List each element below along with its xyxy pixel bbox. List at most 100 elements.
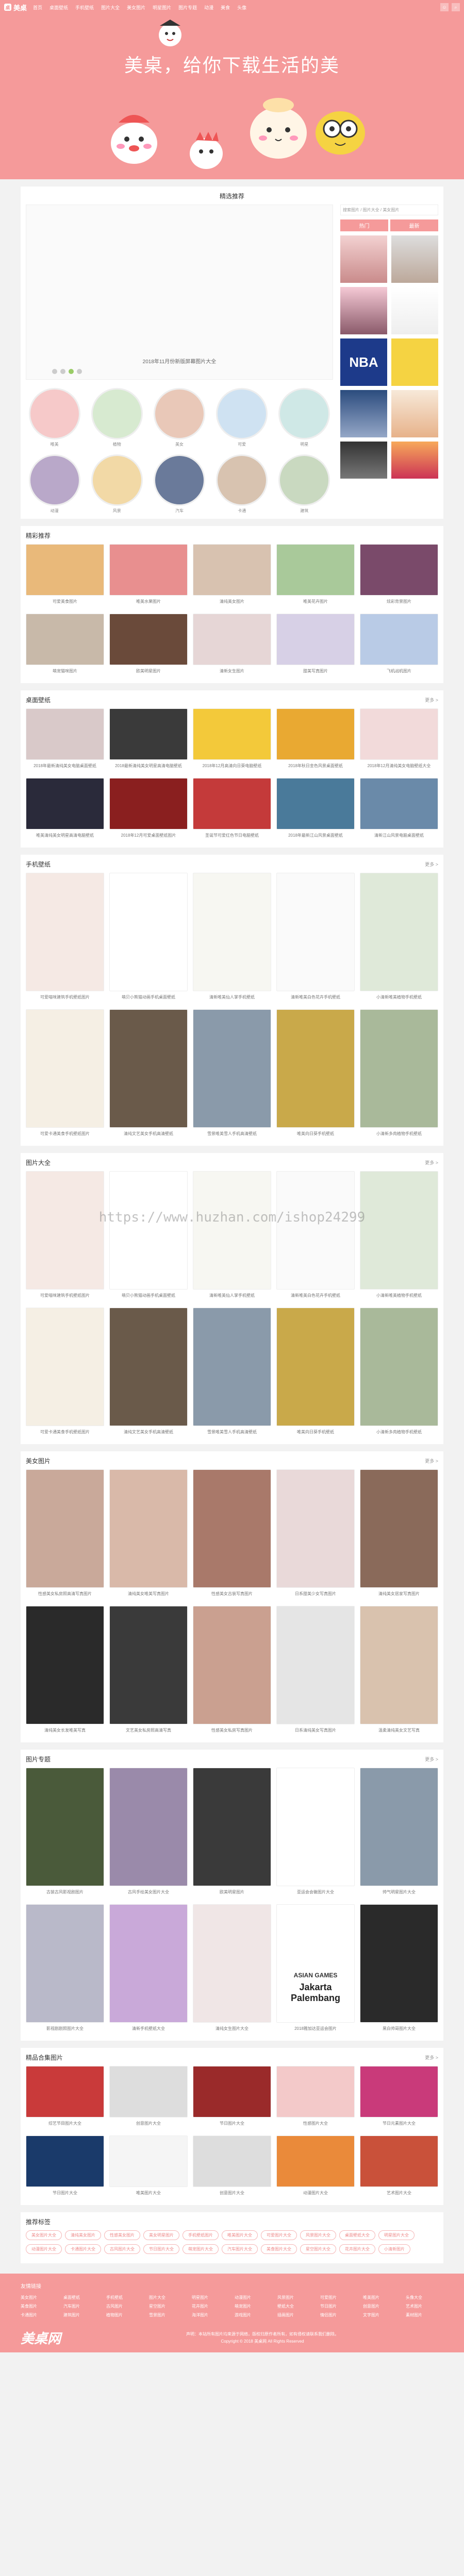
footer-link[interactable]: 文字图片 xyxy=(363,2312,401,2318)
footer-link[interactable]: 植物图片 xyxy=(106,2312,144,2318)
footer-link[interactable]: 插画图片 xyxy=(277,2312,315,2318)
image-item[interactable]: 综艺节目图片大全 xyxy=(26,2066,104,2130)
category-circle[interactable]: 建筑 xyxy=(276,454,333,514)
image-item[interactable]: 艺术图片大全 xyxy=(360,2136,438,2200)
side-thumb[interactable] xyxy=(340,442,387,479)
footer-link[interactable]: 海洋图片 xyxy=(192,2312,229,2318)
image-item[interactable]: 清纯文艺美女手机高清壁纸 xyxy=(109,1308,188,1439)
image-item[interactable]: 唯美向日葵手机壁纸 xyxy=(276,1009,355,1141)
image-item[interactable]: 古风手绘美女图片大全 xyxy=(109,1768,188,1899)
category-circle[interactable]: 动漫 xyxy=(26,454,83,514)
image-item[interactable]: 飞机战机图片 xyxy=(360,614,438,678)
footer-link[interactable]: 可爱图片 xyxy=(320,2295,358,2300)
image-item[interactable]: 清新江山风景电脑桌面壁纸 xyxy=(360,778,438,842)
slide-dot[interactable] xyxy=(60,369,65,374)
tag-item[interactable]: 动漫图片大全 xyxy=(26,2244,62,2254)
image-item[interactable]: 雪景唯美雪人手机高清壁纸 xyxy=(193,1009,271,1141)
tag-item[interactable]: 萌宠图片大全 xyxy=(183,2244,219,2254)
image-item[interactable]: 性感美女私房写真图片 xyxy=(193,1606,271,1737)
image-item[interactable]: 清新唯美仙人掌手机壁纸 xyxy=(193,873,271,1004)
image-item[interactable]: 可爱喵咪建筑手机壁纸图片 xyxy=(26,873,104,1004)
slide-dot-active[interactable] xyxy=(69,369,74,374)
footer-link[interactable]: 图片大全 xyxy=(149,2295,187,2300)
image-item[interactable]: 唯美图片大全 xyxy=(109,2136,188,2200)
tag-item[interactable]: 花卉图片大全 xyxy=(339,2244,375,2254)
image-item[interactable]: 影视剧剧照图片大全 xyxy=(26,1904,104,2036)
image-item[interactable]: 清新唯美仙人掌手机壁纸 xyxy=(193,1171,271,1302)
tag-item[interactable]: 卡通图片大全 xyxy=(65,2244,101,2254)
image-item[interactable]: 亚运会会徽图片大全 xyxy=(276,1768,355,1899)
side-thumb[interactable] xyxy=(340,390,387,437)
more-link[interactable]: 更多 > xyxy=(425,1756,438,1762)
image-item[interactable]: 唯美花卉图片 xyxy=(276,544,355,608)
image-item[interactable]: 节日图片大全 xyxy=(26,2136,104,2200)
image-item[interactable]: 节日图片大全 xyxy=(193,2066,271,2130)
image-item[interactable]: 欧美明星图片 xyxy=(109,614,188,678)
side-thumb[interactable] xyxy=(391,338,438,386)
footer-link[interactable]: 汽车图片 xyxy=(63,2303,101,2309)
nav-item[interactable]: 头像 xyxy=(237,4,246,11)
image-item[interactable]: 创意图片大全 xyxy=(193,2136,271,2200)
image-item[interactable]: 唯美向日葵手机壁纸 xyxy=(276,1308,355,1439)
image-item[interactable]: 清纯美女唯美写真图片 xyxy=(109,1469,188,1601)
image-item[interactable]: 小清新多肉植物手机壁纸 xyxy=(360,1308,438,1439)
image-item[interactable]: 小清新唯美植物手机壁纸 xyxy=(360,1171,438,1302)
category-circle[interactable]: 卡通 xyxy=(213,454,271,514)
image-item[interactable]: 圣诞节可爱红色节日电脑壁纸 xyxy=(193,778,271,842)
nav-item[interactable]: 动漫 xyxy=(204,4,213,11)
image-item[interactable]: 甜美写真图片 xyxy=(276,614,355,678)
tag-item[interactable]: 美女图片大全 xyxy=(26,2230,62,2240)
slide-dot[interactable] xyxy=(77,369,82,374)
image-item[interactable]: 日系甜美少女写真图片 xyxy=(276,1469,355,1601)
nav-item[interactable]: 图片大全 xyxy=(101,4,120,11)
image-item[interactable]: 清新手机壁纸大全 xyxy=(109,1904,188,2036)
image-item[interactable]: 帅气明星图片大全 xyxy=(360,1768,438,1899)
footer-link[interactable]: 萌宠图片 xyxy=(235,2303,272,2309)
tab-new[interactable]: 最新 xyxy=(390,219,438,231)
more-link[interactable]: 更多 > xyxy=(425,1159,438,1166)
footer-link[interactable]: 风景图片 xyxy=(277,2295,315,2300)
image-item[interactable]: 唯美水果图片 xyxy=(109,544,188,608)
tag-item[interactable]: 手机壁纸图片 xyxy=(183,2230,219,2240)
image-item[interactable]: 清纯女生图片大全 xyxy=(193,1904,271,2036)
image-item[interactable]: 黑白帅哥图片大全 xyxy=(360,1904,438,2036)
image-item[interactable]: 节日元素图片大全 xyxy=(360,2066,438,2130)
tag-item[interactable]: 唯美图片大全 xyxy=(222,2230,258,2240)
tab-hot[interactable]: 热门 xyxy=(340,219,388,231)
category-circle[interactable]: 风景 xyxy=(88,454,145,514)
slide-dot[interactable] xyxy=(52,369,57,374)
image-item[interactable]: 2018年秋日金色风景桌面壁纸 xyxy=(276,708,355,773)
nav-item[interactable]: 手机壁纸 xyxy=(75,4,94,11)
image-item[interactable]: 清纯美女图片 xyxy=(193,544,271,608)
category-circle[interactable]: 唯美 xyxy=(26,388,83,447)
image-item[interactable]: 性感图片大全 xyxy=(276,2066,355,2130)
footer-link[interactable]: 创意图片 xyxy=(363,2303,401,2309)
site-logo[interactable]: 桌 美桌 xyxy=(4,3,27,12)
side-thumb[interactable] xyxy=(391,235,438,283)
image-item[interactable]: 2018年12月高清向日葵电脑壁纸 xyxy=(193,708,271,773)
footer-link[interactable]: 壁纸大全 xyxy=(277,2303,315,2309)
more-link[interactable]: 更多 > xyxy=(425,861,438,868)
category-circle[interactable]: 汽车 xyxy=(151,454,208,514)
footer-logo[interactable]: 美桌网 xyxy=(21,2328,61,2347)
image-item[interactable]: 2018最新清纯美女明星高清电脑壁纸 xyxy=(109,708,188,773)
image-item[interactable]: 炫彩背景图片 xyxy=(360,544,438,608)
footer-link[interactable]: 美女图片 xyxy=(21,2295,58,2300)
image-item[interactable]: 动漫图片大全 xyxy=(276,2136,355,2200)
image-item[interactable]: 清纯文艺美女手机高清壁纸 xyxy=(109,1009,188,1141)
image-item[interactable]: 文艺美女私房照高清写真 xyxy=(109,1606,188,1737)
tag-item[interactable]: 清纯美女图片 xyxy=(65,2230,101,2240)
footer-link[interactable]: 游戏图片 xyxy=(235,2312,272,2318)
footer-link[interactable]: 明星图片 xyxy=(192,2295,229,2300)
nav-item[interactable]: 美女图片 xyxy=(127,4,145,11)
more-link[interactable]: 更多 > xyxy=(425,2054,438,2061)
tag-item[interactable]: 汽车图片大全 xyxy=(222,2244,258,2254)
image-item[interactable]: 清纯美女居家写真图片 xyxy=(360,1469,438,1601)
image-item[interactable]: 萌宠猫咪图片 xyxy=(26,614,104,678)
side-thumb[interactable] xyxy=(391,442,438,479)
footer-link[interactable]: 头像大全 xyxy=(406,2295,443,2300)
side-thumb[interactable] xyxy=(340,235,387,283)
nba-thumb[interactable]: NBA xyxy=(340,338,387,386)
footer-link[interactable]: 美食图片 xyxy=(21,2303,58,2309)
image-item[interactable]: 小清新多肉植物手机壁纸 xyxy=(360,1009,438,1141)
